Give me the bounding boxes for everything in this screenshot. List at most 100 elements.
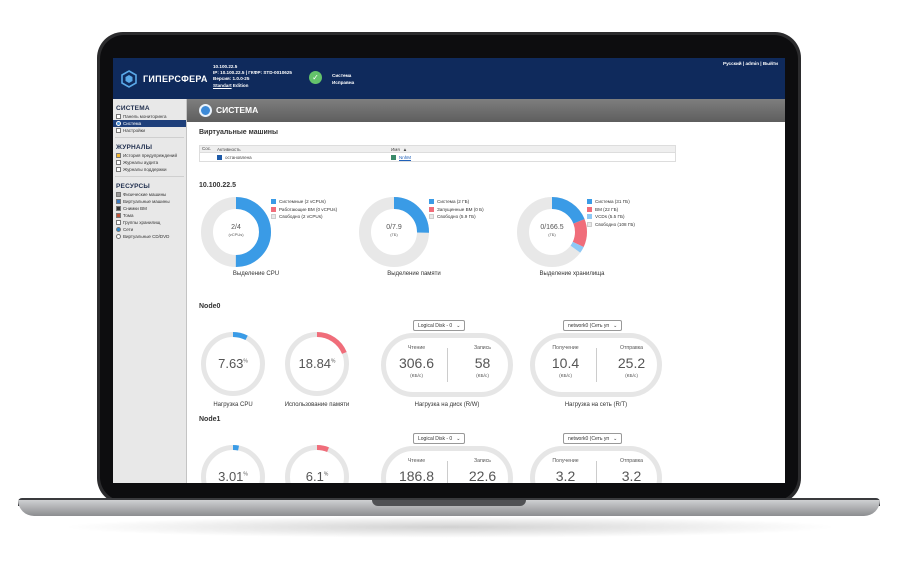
laptop-notch xyxy=(372,500,526,506)
sidebar-item-physical-machines[interactable]: Физические машины xyxy=(113,191,186,198)
user-links: Русский | admin | Выйти xyxy=(723,61,778,66)
sidebar: СИСТЕМА Панель мониторинга Система Настр… xyxy=(113,99,187,483)
logout-link[interactable]: Выйти xyxy=(763,61,778,66)
sidebar-item-storage-groups[interactable]: Группы хранилищ xyxy=(113,219,186,226)
app-screen: ГИПЕРСФЕРА 10.100.22.5 IP: 10.100.22.5 |… xyxy=(113,58,785,483)
page-title: СИСТЕМА xyxy=(216,105,259,115)
legend-entry: Система (31 ГБ) xyxy=(587,198,635,206)
legend-entry: Свободно (108 ГБ) xyxy=(587,221,635,229)
sidebar-item-networks[interactable]: Сети xyxy=(113,226,186,233)
sidebar-item-support-logs[interactable]: Журналы поддержки xyxy=(113,166,186,173)
metric-label: Отправка xyxy=(619,345,643,351)
vm-icon xyxy=(116,199,121,204)
disk-io-panel: Чтение 186.8 Запись 22.6 xyxy=(381,446,513,483)
legend-entry: Запущенные ВМ (0 Б) xyxy=(429,206,484,214)
system-globe-icon xyxy=(199,104,212,117)
separator: | xyxy=(742,61,745,66)
sidebar-item-virtual-machines[interactable]: Виртуальные машины xyxy=(113,198,186,205)
legend-entry: Система (2 ГБ) xyxy=(429,198,484,206)
page-header: СИСТЕМА xyxy=(187,99,785,122)
sidebar-item-label: Виртуальные CD/DVD xyxy=(123,234,170,239)
stopped-icon xyxy=(217,154,222,160)
ring-center-text: 0/7.9 (ГБ) xyxy=(359,224,429,238)
support-log-icon xyxy=(116,167,121,172)
col-name[interactable]: Имя ▲ xyxy=(388,146,675,152)
metric-unit: (КБ/с) xyxy=(410,374,423,379)
sidebar-item-label: Группы хранилищ xyxy=(123,220,161,225)
host-section-title: 10.100.22.5 xyxy=(199,182,236,189)
sidebar-item-label: Снимки ВМ xyxy=(123,206,147,211)
metric-label: Чтение xyxy=(407,345,426,351)
legend-swatch xyxy=(271,199,276,205)
allocation-ring-cpu: 2/4 (vCPUs) xyxy=(201,197,271,267)
legend-label: ВМ (22 ГБ) xyxy=(595,206,619,212)
legend-label: Работающие ВМ (0 vCPUs) xyxy=(279,206,338,212)
net-metric: Получение 3.2 xyxy=(535,451,596,483)
legend-swatch xyxy=(271,206,276,212)
allocation-value: 2/4 xyxy=(231,224,241,231)
sidebar-item-label: Система xyxy=(123,121,142,126)
gauge-number: 7.63 xyxy=(218,356,244,371)
metric-value: 3.2 xyxy=(555,468,576,483)
io-caption: Нагрузка на сеть (R/T) xyxy=(564,402,628,408)
legend-swatch xyxy=(587,214,592,220)
percent-sign: % xyxy=(323,471,329,478)
language-link[interactable]: Русский xyxy=(723,61,742,66)
chevron-down-icon: ⌄ xyxy=(613,323,618,329)
network-select[interactable]: network0 (Сеть уп ⌄ xyxy=(563,320,623,331)
metric-label: Получение xyxy=(552,345,579,351)
col-name-label: Имя xyxy=(391,146,400,152)
metric-value: 22.6 xyxy=(468,468,497,483)
allocation-caption: Выделение памяти xyxy=(387,271,441,277)
sidebar-item-label: История предупреждений xyxy=(123,153,177,158)
legend-swatch xyxy=(429,206,434,212)
vm-name-link[interactable]: NnhM xyxy=(399,155,411,160)
legend-label: Системные (2 vCPUs) xyxy=(279,199,326,204)
sidebar-item-virtual-cd[interactable]: Виртуальные CD/DVD xyxy=(113,233,186,240)
legend-label: Система (2 ГБ) xyxy=(437,199,470,204)
audit-log-icon xyxy=(116,160,121,165)
chevron-down-icon: ⌄ xyxy=(613,436,618,442)
sidebar-item-volumes[interactable]: Тома xyxy=(113,212,186,219)
system-status: Система Исправна xyxy=(332,73,354,86)
network-select[interactable]: network0 (Сеть уп ⌄ xyxy=(563,433,623,444)
system-icon xyxy=(116,121,121,126)
table-row[interactable]: остановлена NnhM xyxy=(200,153,675,161)
sidebar-item-vm-snapshots[interactable]: Снимки ВМ xyxy=(113,205,186,212)
disk-select[interactable]: Logical Disk - 0 ⌄ xyxy=(413,320,466,331)
main-content: СИСТЕМА Виртуальные машины Сос. Активнос… xyxy=(187,99,785,483)
volume-icon xyxy=(116,213,121,218)
io-caption: Нагрузка на диск (R/W) xyxy=(414,402,480,408)
ring-center-text: 2/4 (vCPUs) xyxy=(201,224,271,238)
disk-io-panel: Чтение 306.6 (КБ/с) Запись 58 (КБ/с) xyxy=(381,333,513,397)
host-info: 10.100.22.5 IP: 10.100.22.5 | ГКФР: STD-… xyxy=(213,64,292,89)
network-select-value: network0 (Сеть уп xyxy=(568,436,610,442)
sidebar-item-system[interactable]: Система xyxy=(113,120,186,127)
gauge-value: 6.1% xyxy=(285,469,349,483)
user-link[interactable]: admin xyxy=(745,61,759,66)
allocation-caption: Выделение хранилища xyxy=(539,271,605,277)
legend-label: VCDs (5.5 ГБ) xyxy=(595,214,625,219)
ring-center-text: 0/166.5 (ГБ) xyxy=(517,224,587,238)
legend-entry: ВМ (22 ГБ) xyxy=(587,206,635,214)
vm-icon xyxy=(391,154,396,160)
disk-select[interactable]: Logical Disk - 0 ⌄ xyxy=(413,433,466,444)
divider xyxy=(115,137,184,138)
metric-value: 10.4 xyxy=(551,355,580,371)
metric-unit: (КБ/с) xyxy=(559,374,572,379)
brand-name: ГИПЕРСФЕРА xyxy=(143,74,208,84)
legend-label: Свободно (2 vCPUs) xyxy=(279,214,323,219)
gauge-value: 18.84% xyxy=(285,356,349,371)
metric-divider xyxy=(596,461,597,483)
col-activity[interactable]: Активность xyxy=(214,146,388,152)
sidebar-item-alert-history[interactable]: История предупреждений xyxy=(113,152,186,159)
sidebar-item-settings[interactable]: Настройки xyxy=(113,127,186,134)
col-state[interactable]: Сос. xyxy=(200,146,214,152)
allocation-value: 0/166.5 xyxy=(540,224,564,231)
sidebar-item-audit-logs[interactable]: Журналы аудита xyxy=(113,159,186,166)
edition-link[interactable]: Standart xyxy=(213,83,232,88)
metric-label: Запись xyxy=(473,458,492,464)
sidebar-item-dashboard[interactable]: Панель мониторинга xyxy=(113,113,186,120)
disk-metric: Чтение 306.6 (КБ/с) xyxy=(386,338,447,392)
separator: | xyxy=(760,61,762,66)
